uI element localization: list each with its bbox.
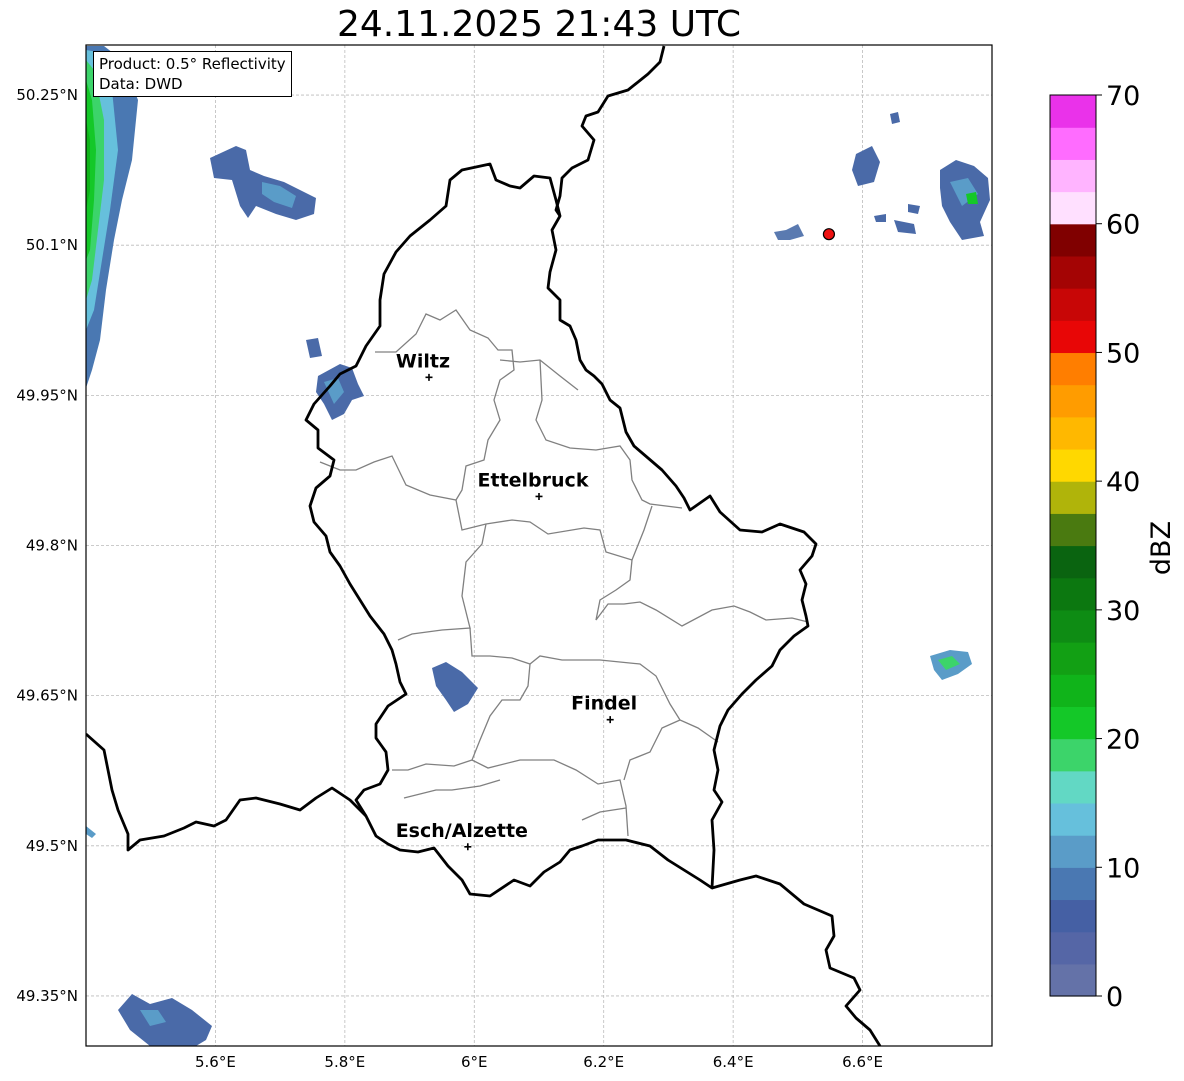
y-axis-ticks: 50.25°N 50.1°N 49.95°N 49.8°N 49.65°N 49.5°N 4… — [16, 86, 78, 1005]
city-label: Ettelbruck — [478, 469, 589, 491]
y-tick-label: 50.1°N — [26, 236, 78, 254]
y-tick-label: 49.95°N — [16, 386, 78, 404]
x-tick-label: 5.8°E — [324, 1053, 365, 1071]
x-tick-label: 6.4°E — [713, 1053, 754, 1071]
y-tick-label: 50.25°N — [16, 86, 78, 104]
product-info-box: Product: 0.5° Reflectivity Data: DWD — [93, 51, 292, 97]
city-label: Esch/Alzette — [396, 820, 528, 842]
y-tick-label: 49.8°N — [26, 537, 78, 555]
x-tick-label: 6.2°E — [583, 1053, 624, 1071]
product-label: Product: 0.5° Reflectivity — [99, 55, 286, 73]
city-label: Wiltz — [396, 350, 450, 372]
x-tick-label: 5.6°E — [195, 1053, 236, 1071]
data-source-label: Data: DWD — [99, 75, 183, 93]
x-axis-ticks: 5.6°E 5.8°E 6°E 6.2°E 6.4°E 6.6°E — [195, 1053, 883, 1071]
radar-site-marker — [822, 228, 836, 241]
x-tick-label: 6.6°E — [842, 1053, 883, 1071]
y-tick-label: 49.5°N — [26, 837, 78, 855]
y-tick-label: 49.35°N — [16, 987, 78, 1005]
city-label: Findel — [571, 693, 637, 715]
radar-map[interactable]: 5.6°E 5.8°E 6°E 6.2°E 6.4°E 6.6°E 50.25°N 50.1… — [0, 0, 1184, 1081]
y-tick-label: 49.65°N — [16, 687, 78, 705]
x-tick-label: 6°E — [461, 1053, 488, 1071]
